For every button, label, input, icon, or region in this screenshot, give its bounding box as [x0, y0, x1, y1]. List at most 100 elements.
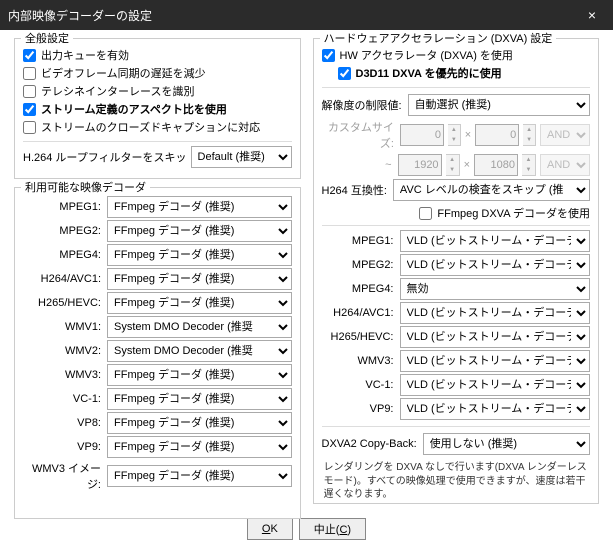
h264-compat-select[interactable]: AVC レベルの検査をスキップ (推	[393, 179, 590, 201]
spin-icon: ▲▼	[446, 154, 460, 176]
hw-codec-select[interactable]: VLD (ビットストリーム・デコーディ	[400, 302, 591, 324]
h264-loop-select[interactable]: Default (推奨)	[191, 146, 292, 168]
decoder-select[interactable]: FFmpeg デコーダ (推奨)	[107, 196, 292, 218]
right-column: ハードウェアアクセラレーション (DXVA) 設定 HW アクセラレータ (DX…	[313, 38, 600, 510]
opt-ffdxva[interactable]: FFmpeg DXVA デコーダを使用	[322, 205, 591, 221]
opt-cc[interactable]: ストリームのクローズドキャプションに対応	[23, 119, 292, 135]
close-icon[interactable]: ×	[579, 7, 605, 23]
decoder-row: WMV3: FFmpeg デコーダ (推奨)	[23, 364, 292, 386]
copyback-label: DXVA2 Copy-Back:	[322, 438, 417, 450]
decoder-label: WMV1:	[23, 321, 101, 333]
and2: AND	[540, 154, 590, 176]
spin-icon: ▲▼	[522, 154, 536, 176]
decoder-label: WMV3 イメージ:	[23, 460, 101, 492]
decoders-legend: 利用可能な映像デコーダ	[21, 179, 150, 195]
res-limit-select[interactable]: 自動選択 (推奨)	[408, 94, 590, 116]
left-column: 全般設定 出力キューを有効 ビデオフレーム同期の遅延を減少 テレシネインターレー…	[14, 38, 301, 510]
custom-size-row1: カスタムサイズ: ▲▼ × ▲▼ AND	[322, 119, 591, 151]
copyback-select[interactable]: 使用しない (推奨)	[423, 433, 590, 455]
h264-loop-label: H.264 ループフィルターをスキッ	[23, 149, 187, 165]
hw-codec-select[interactable]: VLD (ビットストリーム・デコーディ	[400, 350, 591, 372]
hw-codec-select[interactable]: 無効	[400, 278, 591, 300]
hw-codec-select[interactable]: VLD (ビットストリーム・デコーディ	[400, 374, 591, 396]
w2	[398, 154, 442, 176]
decoder-select[interactable]: FFmpeg デコーダ (推奨)	[107, 465, 292, 487]
decoder-label: MPEG1:	[23, 201, 101, 213]
decoder-row: MPEG4:FFmpeg デコーダ (推奨)	[23, 244, 292, 266]
hw-codec-row: H264/AVC1: VLD (ビットストリーム・デコーディ	[322, 302, 591, 324]
opt-telecine[interactable]: テレシネインターレースを識別	[23, 83, 292, 99]
decoder-row: H264/AVC1: FFmpeg デコーダ (推奨)	[23, 268, 292, 290]
decoder-label: H265/HEVC:	[23, 297, 101, 309]
decoder-select[interactable]: FFmpeg デコーダ (推奨)	[107, 436, 292, 458]
hw-codec-label: VP9:	[322, 403, 394, 415]
decoder-label: WMV2:	[23, 345, 101, 357]
w1	[400, 124, 444, 146]
decoder-row: MPEG2: FFmpeg デコーダ (推奨)	[23, 220, 292, 242]
custom-size-label: カスタムサイズ:	[322, 119, 394, 151]
hw-codec-label: VC-1:	[322, 379, 394, 391]
decoder-row: WMV3 イメージ: FFmpeg デコーダ (推奨)	[23, 460, 292, 492]
opt-d3d11[interactable]: D3D11 DXVA を優先的に使用	[338, 65, 591, 81]
h1	[475, 124, 519, 146]
spin-icon: ▲▼	[448, 124, 461, 146]
h2	[474, 154, 518, 176]
hw-codec-select[interactable]: VLD (ビットストリーム・デコーディ	[400, 230, 591, 252]
opt-aspect[interactable]: ストリーム定義のアスペクト比を使用	[23, 101, 292, 117]
hw-codec-row: H265/HEVC: VLD (ビットストリーム・デコーディ	[322, 326, 591, 348]
spin-icon: ▲▼	[523, 124, 536, 146]
hw-codec-row: VC-1: VLD (ビットストリーム・デコーディ	[322, 374, 591, 396]
decoder-label: MPEG2:	[23, 225, 101, 237]
window-title: 内部映像デコーダーの設定	[8, 7, 579, 24]
decoder-select[interactable]: FFmpeg デコーダ (推奨)	[107, 244, 292, 266]
decoder-select[interactable]: FFmpeg デコーダ (推奨)	[107, 388, 292, 410]
h264-compat-label: H264 互換性:	[322, 182, 387, 198]
ok-button[interactable]: OK	[247, 518, 293, 540]
decoder-select[interactable]: FFmpeg デコーダ (推奨)	[107, 220, 292, 242]
decoder-row: VC-1: FFmpeg デコーダ (推奨)	[23, 388, 292, 410]
decoder-label: H264/AVC1:	[23, 273, 101, 285]
res-limit-label: 解像度の制限値:	[322, 97, 402, 113]
hw-codec-select[interactable]: VLD (ビットストリーム・デコーディ	[400, 326, 591, 348]
titlebar: 内部映像デコーダーの設定 ×	[0, 0, 613, 30]
decoder-label: VP8:	[23, 417, 101, 429]
hw-codec-select[interactable]: VLD (ビットストリーム・デコーディ	[400, 398, 591, 420]
decoder-row: WMV1: System DMO Decoder (推奨	[23, 316, 292, 338]
hw-codec-label: H264/AVC1:	[322, 307, 394, 319]
decoder-label: WMV3:	[23, 369, 101, 381]
hw-codec-row: WMV3: VLD (ビットストリーム・デコーディ	[322, 350, 591, 372]
decoder-row: MPEG1: FFmpeg デコーダ (推奨)	[23, 196, 292, 218]
decoder-row: WMV2: System DMO Decoder (推奨	[23, 340, 292, 362]
decoder-select[interactable]: FFmpeg デコーダ (推奨)	[107, 268, 292, 290]
decoder-label: VC-1:	[23, 393, 101, 405]
hw-codec-select[interactable]: VLD (ビットストリーム・デコーディ	[400, 254, 591, 276]
decoder-select[interactable]: System DMO Decoder (推奨	[107, 316, 292, 338]
hw-codec-label: MPEG2:	[322, 259, 394, 271]
hw-codec-label: MPEG1:	[322, 235, 394, 247]
decoder-row: VP8: FFmpeg デコーダ (推奨)	[23, 412, 292, 434]
hw-codec-label: H265/HEVC:	[322, 331, 394, 343]
decoder-select[interactable]: FFmpeg デコーダ (推奨)	[107, 364, 292, 386]
copyback-note: レンダリングを DXVA なしで行います(DXVA レンダーレスモード)。すべて…	[322, 458, 591, 502]
opt-frame-sync[interactable]: ビデオフレーム同期の遅延を減少	[23, 65, 292, 81]
decoder-label: VP9:	[23, 441, 101, 453]
copyback-row: DXVA2 Copy-Back: 使用しない (推奨)	[322, 433, 591, 455]
hw-codec-label: WMV3:	[322, 355, 394, 367]
opt-output-queue[interactable]: 出力キューを有効	[23, 47, 292, 63]
decoder-select[interactable]: System DMO Decoder (推奨	[107, 340, 292, 362]
decoder-select[interactable]: FFmpeg デコーダ (推奨)	[107, 292, 292, 314]
hw-codec-label: MPEG4:	[322, 283, 394, 295]
decoder-row: H265/HEVC: FFmpeg デコーダ (推奨)	[23, 292, 292, 314]
and1: AND	[540, 124, 590, 146]
hw-accel: ハードウェアアクセラレーション (DXVA) 設定 HW アクセラレータ (DX…	[313, 38, 600, 504]
res-limit-row: 解像度の制限値: 自動選択 (推奨)	[322, 94, 591, 116]
hw-codec-row: MPEG1: VLD (ビットストリーム・デコーディ	[322, 230, 591, 252]
decoder-row: VP9: FFmpeg デコーダ (推奨)	[23, 436, 292, 458]
opt-use-hw[interactable]: HW アクセラレータ (DXVA) を使用	[322, 47, 591, 63]
content: 全般設定 出力キューを有効 ビデオフレーム同期の遅延を減少 テレシネインターレー…	[0, 30, 613, 510]
cancel-button[interactable]: 中止(C)	[299, 518, 366, 540]
hw-codec-row: MPEG4: 無効	[322, 278, 591, 300]
general-settings: 全般設定 出力キューを有効 ビデオフレーム同期の遅延を減少 テレシネインターレー…	[14, 38, 301, 179]
decoder-select[interactable]: FFmpeg デコーダ (推奨)	[107, 412, 292, 434]
h264-compat-row: H264 互換性: AVC レベルの検査をスキップ (推	[322, 179, 591, 201]
